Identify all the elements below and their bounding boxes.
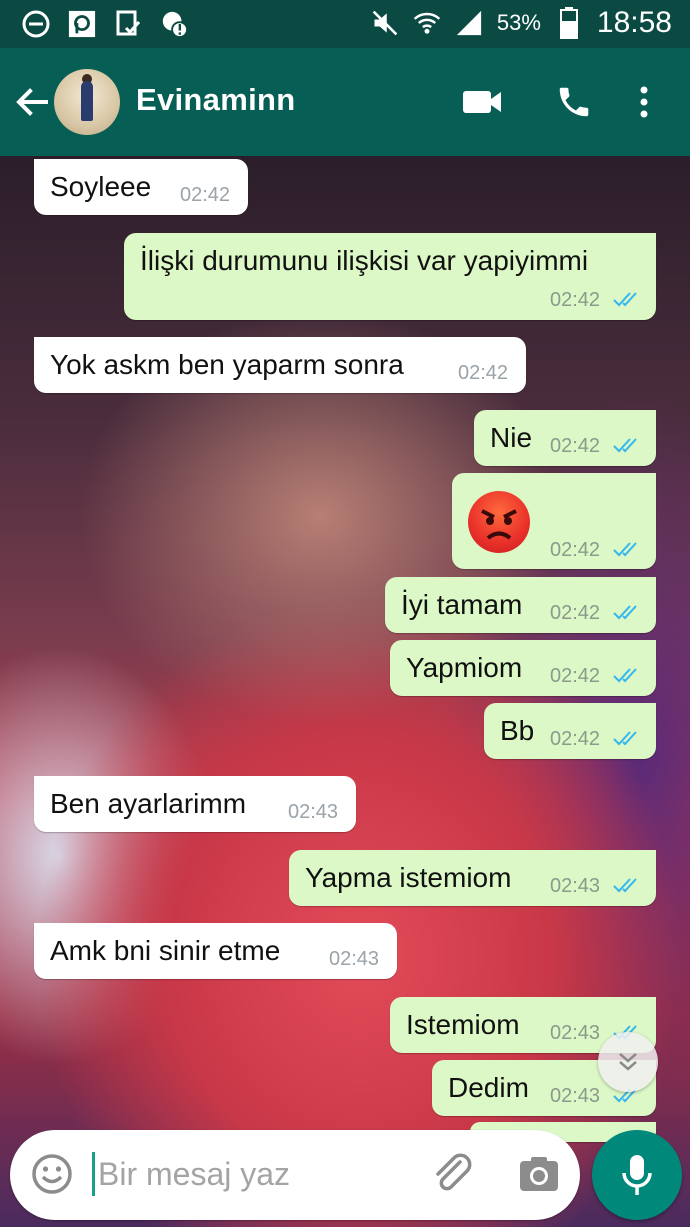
read-ticks-icon: [613, 668, 637, 683]
do-not-disturb-icon: [22, 10, 50, 38]
message-time: 02:43: [288, 801, 339, 823]
contact-name[interactable]: Evinaminn: [136, 82, 295, 118]
message-time: 02:42: [550, 289, 601, 311]
message-bubble-outgoing[interactable]: 02:42: [452, 473, 656, 569]
clock: 18:58: [596, 6, 672, 39]
message-time: 02:42: [550, 435, 601, 457]
video-call-icon[interactable]: [460, 80, 504, 124]
chat-area[interactable]: Soyleee 02:42 İlişki durumunu ilişkisi v…: [0, 156, 690, 1227]
message-text: Bb: [500, 715, 535, 746]
mute-icon: [371, 9, 399, 37]
message-text: Ben ayarlarimm: [50, 788, 247, 819]
message-time: 02:43: [329, 948, 380, 970]
message-time: 02:42: [550, 728, 601, 750]
message-time: 02:42: [550, 665, 601, 687]
read-ticks-icon: [613, 878, 637, 893]
message-bubble-outgoing[interactable]: Bb 02:42: [484, 703, 656, 759]
message-bubble-outgoing[interactable]: İlişki durumunu ilişkisi var yapiyimmi 0…: [124, 233, 656, 320]
message-text: Nie: [490, 422, 533, 453]
message-text: İyi tamam: [401, 589, 523, 620]
text-cursor: [92, 1152, 95, 1196]
message-text: Amk bni sinir etme: [50, 935, 281, 966]
message-time: 02:43: [550, 1085, 601, 1107]
message-time: 02:42: [550, 602, 601, 624]
read-ticks-icon: [613, 731, 637, 746]
back-arrow-icon[interactable]: [12, 82, 52, 122]
more-options-icon[interactable]: [622, 80, 666, 124]
chat-header: Evinaminn: [0, 48, 690, 156]
message-bubble-outgoing[interactable]: Yapma istemiom 02:43: [289, 850, 656, 906]
message-text: Yapma istemiom: [305, 862, 512, 893]
message-text: Yapmiom: [406, 652, 523, 683]
scroll-down-icon: [619, 1053, 637, 1071]
status-bar: 53% 18:58: [0, 0, 690, 48]
message-time: 02:42: [458, 362, 509, 384]
read-ticks-icon: [613, 605, 637, 620]
scroll-down-button[interactable]: [598, 1032, 658, 1092]
message-text: Dedim: [448, 1072, 529, 1103]
phone-icon[interactable]: [552, 80, 596, 124]
screenshot-icon: [114, 10, 142, 38]
wifi-icon: [413, 9, 441, 37]
message-time: 02:43: [550, 1022, 601, 1044]
message-text: Soyleee: [50, 171, 152, 202]
message-bubble-incoming[interactable]: Yok askm ben yaparm sonra 02:42: [34, 337, 526, 393]
read-ticks-icon: [613, 542, 637, 557]
attach-icon[interactable]: [430, 1152, 474, 1196]
emoji-icon[interactable]: [30, 1152, 74, 1196]
message-text: Istemiom: [406, 1009, 520, 1040]
message-text: Yok askm ben yaparm sonra: [50, 349, 404, 380]
mic-icon: [622, 1155, 652, 1195]
message-bubble-incoming[interactable]: Ben ayarlarimm 02:43: [34, 776, 356, 832]
parking-app-icon: [68, 10, 96, 38]
message-text: İlişki durumunu ilişkisi var yapiyimmi: [140, 245, 589, 276]
message-input[interactable]: Bir mesaj yaz: [98, 1156, 290, 1193]
message-bubble-incoming[interactable]: Soyleee 02:42: [34, 159, 248, 215]
camera-icon[interactable]: [516, 1152, 562, 1196]
read-ticks-icon: [613, 292, 637, 307]
avatar[interactable]: [54, 69, 120, 135]
message-time: 02:42: [180, 184, 231, 206]
alert-app-icon: [160, 10, 188, 38]
signal-icon: [455, 9, 483, 37]
message-bubble-outgoing[interactable]: Nie 02:42: [474, 410, 656, 466]
battery-percent: 53%: [496, 10, 541, 35]
message-bubble-incoming[interactable]: Amk bni sinir etme 02:43: [34, 923, 397, 979]
message-time: 02:43: [550, 875, 601, 897]
message-time: 02:42: [550, 539, 601, 561]
read-ticks-icon: [613, 438, 637, 453]
battery-icon: [555, 7, 583, 39]
message-bubble-outgoing[interactable]: Yapmiom 02:42: [390, 640, 656, 696]
mic-button[interactable]: [592, 1130, 682, 1220]
message-composer: Bir mesaj yaz: [10, 1130, 580, 1220]
angry-face-icon: [468, 491, 530, 553]
message-bubble-outgoing[interactable]: İyi tamam 02:42: [385, 577, 656, 633]
